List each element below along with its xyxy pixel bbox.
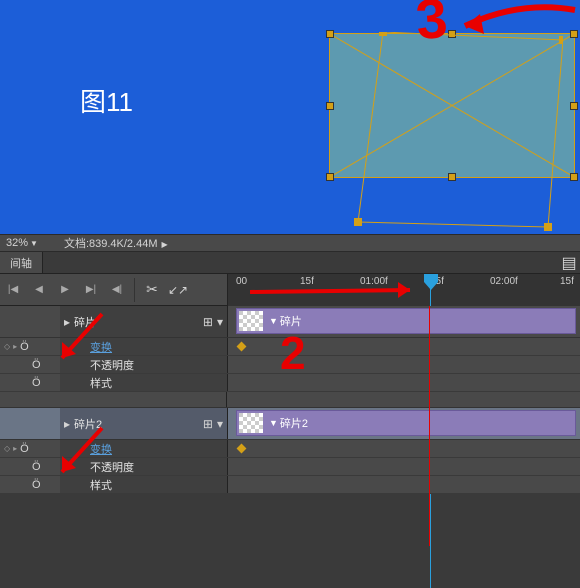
clip-thumbnail xyxy=(239,413,263,433)
annotation-arrow-ruler xyxy=(250,282,430,302)
keyframe-marker[interactable] xyxy=(237,444,247,454)
resize-handle-l[interactable] xyxy=(326,102,334,110)
document-info[interactable]: 文档:839.4K/2.44M▶ xyxy=(64,235,168,251)
stopwatch-icon[interactable]: Ö xyxy=(32,461,41,473)
canvas-area[interactable]: 图11 3 xyxy=(0,0,580,234)
canvas-label: 图11 xyxy=(80,82,133,119)
annotation-arrow-layer1 xyxy=(52,312,112,372)
annotation-arrow-3 xyxy=(440,4,580,44)
chevron-down-icon[interactable]: ▾ xyxy=(217,315,223,329)
layer-track[interactable]: ▼ 碎片2 xyxy=(227,408,580,439)
property-track[interactable] xyxy=(227,440,580,457)
disclosure-triangle-icon[interactable]: ▼ xyxy=(269,316,278,326)
zoom-level[interactable]: 32%▼ xyxy=(0,237,44,249)
next-frame-button[interactable]: ▶| xyxy=(78,280,104,300)
ruler-tick: 02:00f xyxy=(490,276,518,287)
film-icon[interactable]: ⊞ xyxy=(203,417,213,431)
disclosure-triangle-icon[interactable]: ▼ xyxy=(269,418,278,428)
resize-handle-bl[interactable] xyxy=(326,173,334,181)
resize-handle-br[interactable] xyxy=(570,173,578,181)
selection-bounding-box[interactable] xyxy=(329,33,575,178)
chevron-right-icon: ▶ xyxy=(162,240,168,249)
keyframe-marker[interactable] xyxy=(237,342,247,352)
resize-handle-tl[interactable] xyxy=(326,30,334,38)
spacer-row xyxy=(0,392,580,408)
timeline-tab[interactable]: 间轴 xyxy=(0,252,43,273)
keyframe-nav: ◇ ▸ Ö xyxy=(0,338,60,355)
property-track[interactable] xyxy=(227,476,580,493)
next-keyframe-icon[interactable]: ▸ xyxy=(13,342,17,351)
timeline-body: ▸ 碎片 ⊞ ▾ ▼ 碎片 ◇ ▸ Ö 变换 Ö 不透明度 Ö 样 xyxy=(0,306,580,494)
chevron-down-icon[interactable]: ▾ xyxy=(217,417,223,431)
transition-button[interactable]: ↙↗ xyxy=(165,280,191,300)
stopwatch-icon[interactable]: Ö xyxy=(20,341,29,353)
panel-tab-bar: 间轴 ▤ xyxy=(0,252,580,274)
prev-frame-button[interactable]: ◀ xyxy=(26,280,52,300)
go-to-last-frame-button[interactable]: ◀| xyxy=(104,280,130,300)
chevron-down-icon: ▼ xyxy=(30,239,38,248)
go-to-first-frame-button[interactable]: |◀ xyxy=(0,280,26,300)
film-icon[interactable]: ⊞ xyxy=(203,315,213,329)
prev-keyframe-icon[interactable]: ◇ xyxy=(4,444,10,453)
annotation-red-line xyxy=(429,306,430,546)
video-clip[interactable]: ▼ 碎片2 xyxy=(236,410,576,436)
stopwatch-icon[interactable]: Ö xyxy=(32,377,41,389)
ruler-tick: 00 xyxy=(236,276,247,287)
prev-keyframe-icon[interactable]: ◇ xyxy=(4,342,10,351)
layer-left-gutter xyxy=(0,408,60,439)
ruler-tick: 15f xyxy=(560,276,574,287)
divider xyxy=(134,278,135,302)
annotation-arrow-layer2 xyxy=(52,426,112,486)
stopwatch-icon[interactable]: Ö xyxy=(32,359,41,371)
resize-handle-b[interactable] xyxy=(448,173,456,181)
status-bar: 32%▼ 文档:839.4K/2.44M▶ xyxy=(0,234,580,252)
layer-left-gutter xyxy=(0,306,60,337)
stopwatch-icon[interactable]: Ö xyxy=(20,443,29,455)
clip-thumbnail xyxy=(239,311,263,331)
stopwatch-icon[interactable]: Ö xyxy=(32,479,41,491)
resize-handle-r[interactable] xyxy=(570,102,578,110)
keyframe-nav: ◇ ▸ Ö xyxy=(0,440,60,457)
annotation-number-2: 2 xyxy=(280,326,306,380)
split-clip-button[interactable]: ✂ xyxy=(139,280,165,300)
panel-menu-icon[interactable]: ▤ xyxy=(558,252,580,273)
selection-diagonals xyxy=(330,34,574,177)
clip-label: 碎片2 xyxy=(280,415,308,431)
property-name: 样式 xyxy=(90,375,112,391)
next-keyframe-icon[interactable]: ▸ xyxy=(13,444,17,453)
property-track[interactable] xyxy=(227,458,580,475)
play-button[interactable]: ▶ xyxy=(52,280,78,300)
